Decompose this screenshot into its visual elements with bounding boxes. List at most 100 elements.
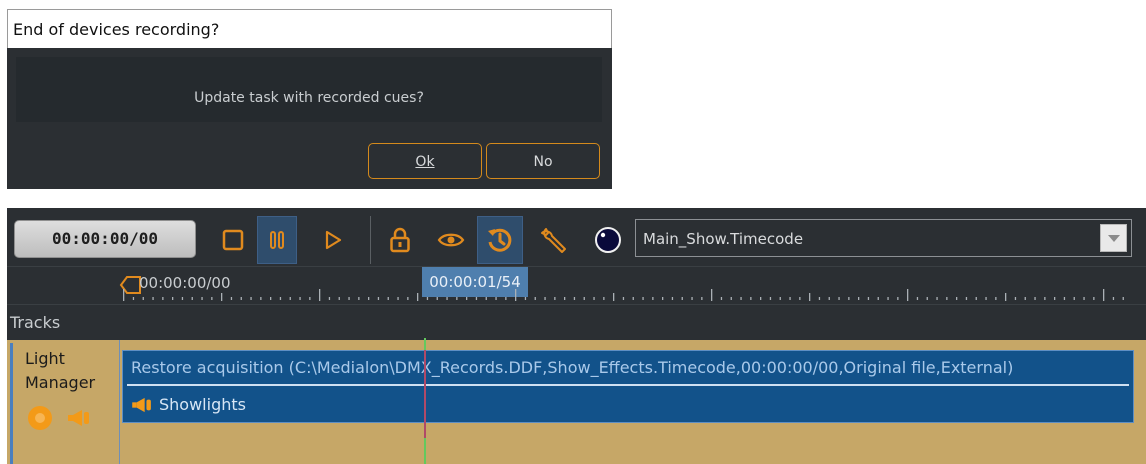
ruler-tick [730,297,732,300]
ruler-tick [897,297,899,300]
ruler-tick [1112,297,1115,300]
ruler-tick [426,297,429,300]
stop-icon [222,229,244,251]
ruler-tick [436,297,438,300]
ruler-tick [946,297,948,300]
dropdown-button[interactable] [1100,224,1127,252]
ok-button[interactable]: Ok [368,143,482,179]
pause-button[interactable] [257,216,297,264]
ruler-tick [926,297,928,300]
ruler-tick [799,297,801,300]
ruler-tick [858,297,860,300]
ruler-tick [1093,297,1095,300]
clip-separator [127,384,1129,386]
ruler-tick [662,297,664,300]
tracks-header: Tracks [7,304,1146,341]
ruler-tick [652,297,654,300]
ruler-tick [583,297,585,300]
playhead-marker [424,350,426,438]
play-button[interactable] [314,216,352,264]
ruler-tick [564,297,566,300]
time-ruler[interactable]: 00:00:00/00 00:00:01/54 [7,266,1146,305]
ruler-tick [524,297,527,300]
ruler-tick [172,297,174,300]
view-button[interactable] [432,216,470,264]
no-button[interactable]: No [486,143,600,179]
ruler-tick [279,297,282,300]
toolbar-separator [370,216,371,264]
ruler-tick [622,297,625,300]
ruler-tick [740,297,742,300]
ruler-tick [152,297,154,300]
settings-button[interactable] [534,216,572,264]
ruler-tick [387,297,389,300]
knob-icon [595,227,621,253]
ruler-tick [250,297,252,300]
ruler-tick [377,297,380,300]
ruler-tick [1005,293,1007,301]
ruler-tick [397,297,399,300]
ruler-tick [603,297,605,300]
ruler-tick [475,297,478,300]
ruler-tick [191,297,193,300]
eye-icon [437,233,465,247]
ruler-tick [505,297,507,300]
ruler-tick [681,297,683,300]
ruler-tick [338,297,340,300]
lock-icon [390,227,410,253]
ruler-tick [466,297,468,300]
megaphone-icon[interactable] [67,409,91,427]
timecode-display: 00:00:00/00 [14,220,196,258]
ruler-tick [848,297,850,300]
ruler-tick [642,297,644,300]
ruler-tick [691,297,693,300]
ruler-tick [936,297,938,300]
ruler-tick [985,297,987,300]
ruler-tick [544,297,546,300]
ruler-tick [975,297,977,300]
ruler-tick [515,289,517,301]
ruler-tick [456,297,458,300]
ruler-tick [877,297,879,300]
ruler-tick [554,297,556,300]
ruler-tick [838,297,840,300]
ruler-tick [828,297,830,300]
history-button[interactable] [477,216,523,264]
confirm-dialog: End of devices recording? Update task wi… [7,9,612,189]
record-icon[interactable] [27,405,53,431]
play-icon [325,230,342,250]
ruler-tick [1103,289,1105,301]
ruler-tick [750,297,752,300]
timecode-file-select[interactable]: Main_Show.Timecode [635,219,1132,257]
ruler-tick [1044,297,1046,300]
lock-button[interactable] [381,216,419,264]
ruler-tick [485,297,487,300]
ruler-tick [211,297,213,300]
track-header-light-manager[interactable]: Light Manager [10,343,121,464]
ruler-tick [495,297,497,300]
ruler-tick [887,297,889,300]
clip-title: Restore acquisition (C:\Medialon\DMX_Rec… [131,358,1014,377]
ruler-tick [818,297,821,300]
track-icons [27,405,91,431]
ruler-tick [995,297,997,300]
ruler-tick [1083,297,1085,300]
ruler-tick [1054,297,1056,300]
ruler-tick [965,297,968,300]
ruler-tick [720,297,723,300]
ruler-tick [760,297,762,300]
ruler-ticks [123,289,1124,301]
ruler-tick [1063,297,1066,300]
ruler-tick [1073,297,1075,300]
megaphone-icon [132,397,151,412]
track-name-line2: Manager [25,373,96,392]
stop-button[interactable] [214,216,252,264]
ruler-tick [613,293,615,301]
timeline-clip[interactable]: Restore acquisition (C:\Medialon\DMX_Rec… [122,350,1134,423]
ruler-tick [769,297,772,300]
history-icon [488,228,512,252]
ruler-tick [632,297,634,300]
master-knob[interactable] [589,216,627,264]
track-divider [119,340,120,464]
dialog-titlebar: End of devices recording? [7,9,612,48]
